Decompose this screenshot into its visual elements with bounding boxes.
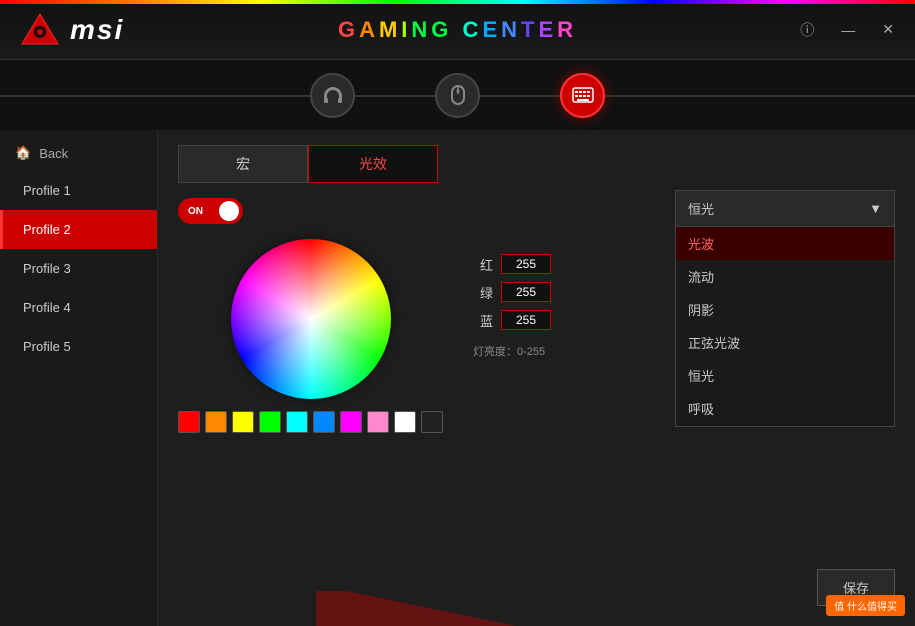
msi-text: msi	[70, 14, 124, 46]
effect-item-liudong[interactable]: 流动	[676, 260, 894, 293]
close-button[interactable]: ✕	[876, 19, 900, 40]
sidebar-item-profile4[interactable]: Profile 4	[0, 288, 157, 327]
swatch-cyan[interactable]	[286, 411, 308, 433]
info-button[interactable]: ⓘ	[794, 18, 820, 42]
green-label: 绿	[473, 283, 493, 302]
swatch-pink[interactable]	[367, 411, 389, 433]
blue-input[interactable]	[501, 310, 551, 330]
on-off-toggle[interactable]: ON	[178, 198, 243, 224]
tab-macro[interactable]: 宏	[178, 145, 308, 183]
decorative-triangle	[316, 591, 516, 626]
rgb-inputs: 红 绿 蓝 灯亮度：0-255	[473, 254, 551, 359]
sidebar-item-profile3[interactable]: Profile 3	[0, 249, 157, 288]
nav-keyboard-icon[interactable]	[560, 73, 605, 118]
window-controls: ⓘ — ✕	[794, 18, 900, 42]
content-area: 宏 光效 ON	[158, 130, 915, 626]
effect-item-huxi[interactable]: 呼吸	[676, 392, 894, 425]
effect-selected-label: 恒光	[688, 199, 714, 218]
color-wheel-container	[178, 239, 443, 433]
toggle-knob	[219, 201, 239, 221]
effect-list: 光波 流动 阴影 正弦光波 恒光 呼吸 彩虹 一触即发 雨滴 彩虹轮廓	[675, 227, 895, 427]
tab-lighting[interactable]: 光效	[308, 145, 438, 183]
green-row: 绿	[473, 282, 551, 302]
effect-item-caihong[interactable]: 彩虹	[676, 425, 894, 427]
app-title: GAMING CENTER	[338, 17, 577, 43]
swatch-yellow[interactable]	[232, 411, 254, 433]
back-label: Back	[39, 146, 68, 161]
navbar	[0, 60, 915, 130]
blue-label: 蓝	[473, 311, 493, 330]
red-input[interactable]	[501, 254, 551, 274]
effect-item-zhenxian[interactable]: 正弦光波	[676, 326, 894, 359]
blue-row: 蓝	[473, 310, 551, 330]
swatch-red[interactable]	[178, 411, 200, 433]
nav-mouse-icon[interactable]	[435, 73, 480, 118]
red-row: 红	[473, 254, 551, 274]
main-layout: 🏠 Back Profile 1 Profile 2 Profile 3 Pro…	[0, 130, 915, 626]
color-swatches	[178, 411, 443, 433]
rgb-range-label: 灯亮度：0-255	[473, 343, 551, 359]
msi-logo-icon	[20, 12, 60, 47]
watermark: 值 什么值得买	[826, 595, 905, 616]
swatch-black[interactable]	[421, 411, 443, 433]
titlebar: msi GAMING CENTER ⓘ — ✕	[0, 0, 915, 60]
red-label: 红	[473, 255, 493, 274]
swatch-magenta[interactable]	[340, 411, 362, 433]
effect-dropdown-header[interactable]: 恒光 ▼	[675, 190, 895, 227]
nav-headphones-icon[interactable]	[310, 73, 355, 118]
swatch-green[interactable]	[259, 411, 281, 433]
swatch-orange[interactable]	[205, 411, 227, 433]
sidebar-item-profile1[interactable]: Profile 1	[0, 171, 157, 210]
sidebar-item-profile5[interactable]: Profile 5	[0, 327, 157, 366]
sidebar: 🏠 Back Profile 1 Profile 2 Profile 3 Pro…	[0, 130, 158, 626]
back-button[interactable]: 🏠 Back	[0, 135, 157, 171]
tab-buttons: 宏 光效	[178, 145, 438, 183]
effect-item-yinying[interactable]: 阴影	[676, 293, 894, 326]
swatch-white[interactable]	[394, 411, 416, 433]
color-wheel[interactable]	[231, 239, 391, 399]
effect-dropdown-container: 恒光 ▼ 光波 流动 阴影 正弦光波 恒光 呼吸 彩虹 一触即发 雨滴 彩虹轮廓	[675, 190, 895, 427]
minimize-button[interactable]: —	[835, 20, 861, 40]
effect-item-hengguang[interactable]: 恒光	[676, 359, 894, 392]
green-input[interactable]	[501, 282, 551, 302]
swatch-blue[interactable]	[313, 411, 335, 433]
sidebar-item-profile2[interactable]: Profile 2	[0, 210, 157, 249]
chevron-down-icon: ▼	[869, 201, 882, 216]
nav-icons-container	[310, 73, 605, 118]
effect-item-guangbo[interactable]: 光波	[676, 227, 894, 260]
home-icon: 🏠	[15, 145, 31, 161]
logo-area: msi	[0, 12, 144, 47]
rainbow-bar	[0, 0, 915, 4]
toggle-label: ON	[188, 206, 203, 217]
